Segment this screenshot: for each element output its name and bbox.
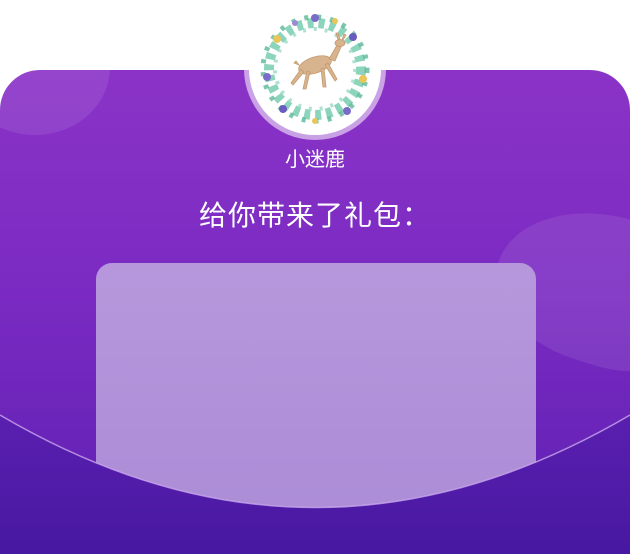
envelope-front <box>0 414 630 554</box>
gift-packet-screen: 小迷鹿 给你带来了礼包： <box>0 0 630 554</box>
